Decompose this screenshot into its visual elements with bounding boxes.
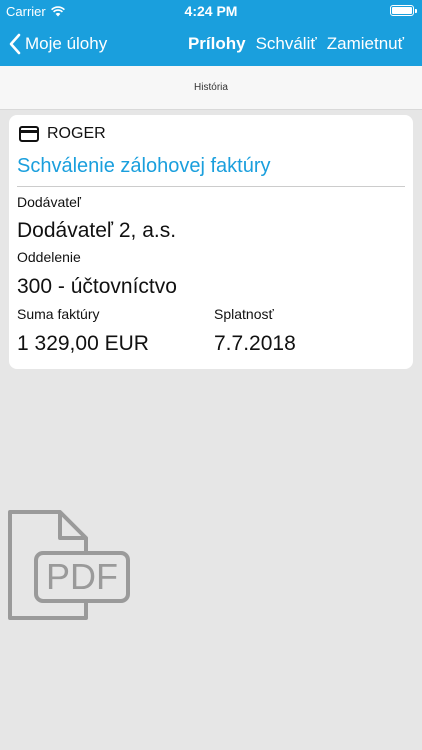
divider (17, 186, 405, 187)
department-label: Oddelenie (17, 249, 81, 265)
pdf-file-icon[interactable]: PDF (8, 510, 132, 622)
amount-label: Suma faktúry (17, 306, 100, 322)
supplier-value: Dodávateľ 2, a.s. (17, 219, 177, 242)
supplier-label: Dodávateľ (17, 194, 82, 210)
reject-button[interactable]: Zamietnuť (327, 34, 404, 54)
credit-card-icon (19, 126, 39, 142)
invoice-card: ROGER Schválenie zálohovej faktúry Dodáv… (9, 115, 413, 369)
pdf-label: PDF (46, 556, 118, 597)
due-date-value: 7.7.2018 (214, 332, 296, 355)
user-name: ROGER (47, 125, 106, 142)
task-title: Schválenie zálohovej faktúry (17, 155, 271, 177)
attachments-button[interactable]: Prílohy (188, 34, 246, 54)
back-label: Moje úlohy (25, 34, 108, 53)
card-header: ROGER (19, 125, 106, 143)
battery-icon (390, 5, 417, 16)
approve-button[interactable]: Schváliť (256, 34, 317, 54)
back-button[interactable]: Moje úlohy (8, 22, 107, 66)
due-date-label: Splatnosť (214, 306, 274, 322)
history-label: História (194, 82, 228, 93)
navigation-bar: Moje úlohy Prílohy Schváliť Zamietnuť (0, 22, 422, 66)
status-bar: Carrier 4:24 PM (0, 0, 422, 22)
department-value: 300 - účtovníctvo (17, 275, 177, 298)
history-tab[interactable]: História (0, 66, 422, 110)
amount-value: 1 329,00 EUR (17, 332, 149, 355)
nav-actions: Prílohy Schváliť Zamietnuť (188, 22, 404, 66)
status-time: 4:24 PM (184, 3, 238, 19)
chevron-left-icon (9, 33, 21, 55)
